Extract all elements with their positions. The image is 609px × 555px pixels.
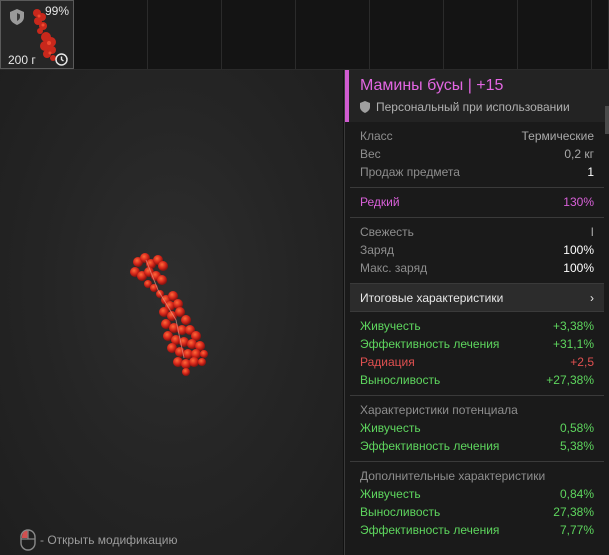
section-title: Дополнительные характеристики (360, 469, 546, 483)
charge-section: Свежесть I Заряд 100% Макс. заряд 100% (350, 218, 604, 284)
stat-value: 0,2 кг (564, 147, 594, 161)
slot-weight: 200 г (8, 53, 36, 67)
shield-icon (360, 101, 370, 113)
stat-value: 0,58% (559, 421, 594, 435)
stat-label: Выносливость (360, 373, 441, 387)
stat-label: Живучесть (360, 421, 421, 435)
potential-section: Характеристики потенциала Живучесть 0,58… (350, 396, 604, 462)
stat-row: Живучесть +3,38% (360, 317, 594, 335)
stat-row: Эффективность лечения +31,1% (360, 335, 594, 353)
stat-label: Радиация (360, 355, 415, 369)
inventory-slot-selected[interactable]: 99% 200 г (0, 0, 74, 69)
stat-row: Эффективность лечения 7,77% (360, 521, 594, 539)
stat-value: +27,38% (546, 373, 594, 387)
beads-item-art (130, 253, 208, 376)
condition-percent: 99% (44, 4, 69, 18)
item-preview: - Открыть модификацию (0, 70, 344, 555)
stat-label: Эффективность лечения (360, 337, 500, 351)
app-window: 99% 200 г - Открыть модификацию Мамины б… (0, 0, 609, 555)
stat-row: Живучесть 0,84% (360, 485, 594, 503)
stat-value: 0,84% (559, 487, 594, 501)
inventory-slot[interactable] (592, 0, 609, 69)
stat-value: 1 (587, 165, 594, 179)
stat-row: Заряд 100% (360, 241, 594, 259)
inventory-slot[interactable] (444, 0, 518, 69)
stat-row: Выносливость 27,38% (360, 503, 594, 521)
stat-label: Заряд (360, 243, 394, 257)
stat-label: Выносливость (360, 505, 441, 519)
final-stats-button[interactable]: Итоговые характеристики › (350, 284, 604, 312)
stat-label: Макс. заряд (360, 261, 428, 275)
binding-text: Персональный при использовании (376, 100, 570, 114)
scrollbar[interactable] (605, 106, 609, 134)
stat-label: Эффективность лечения (360, 523, 500, 537)
mouse-icon (20, 529, 36, 551)
stat-row: Свежесть I (360, 223, 594, 241)
inventory-slot[interactable] (296, 0, 370, 69)
open-modification-hint: - Открыть модификацию (20, 529, 178, 551)
stat-label: Живучесть (360, 487, 421, 501)
stat-label: Свежесть (360, 225, 414, 239)
stat-row: Выносливость +27,38% (360, 371, 594, 389)
hint-text: - Открыть модификацию (40, 533, 178, 547)
additional-section: Дополнительные характеристики Живучесть … (350, 462, 604, 545)
rarity-label: Редкий (360, 195, 400, 209)
item-tooltip-panel: Мамины бусы | +15 Персональный при испол… (344, 70, 609, 555)
inventory-slot[interactable] (518, 0, 592, 69)
stat-value: +2,5 (570, 355, 594, 369)
chevron-right-icon: › (590, 290, 594, 305)
stat-value: 100% (563, 261, 594, 275)
shield-icon (10, 9, 24, 25)
final-stats-label: Итоговые характеристики (360, 290, 504, 305)
rarity-row: Редкий 130% (360, 193, 594, 211)
final-stats-section: Живучесть +3,38% Эффективность лечения +… (350, 312, 604, 396)
item-header: Мамины бусы | +15 Персональный при испол… (345, 70, 609, 134)
stat-label: Эффективность лечения (360, 439, 500, 453)
stat-row: Радиация +2,5 (360, 353, 594, 371)
stat-value: Термические (521, 129, 594, 143)
stat-row: Макс. заряд 100% (360, 259, 594, 277)
clock-icon (55, 53, 68, 66)
stat-row: Продаж предмета 1 (360, 163, 594, 181)
stat-label: Живучесть (360, 319, 421, 333)
stat-value: 27,38% (553, 505, 594, 519)
stat-value: +3,38% (552, 319, 594, 333)
stat-value: 5,38% (559, 439, 594, 453)
basic-info-section: Класс Термические Вес 0,2 кг Продаж пред… (350, 122, 604, 188)
stat-value: I (590, 225, 594, 239)
item-title: Мамины бусы | +15 (360, 77, 504, 94)
inventory-slot[interactable] (74, 0, 148, 69)
section-title: Характеристики потенциала (360, 403, 518, 417)
stat-value: +31,1% (552, 337, 594, 351)
stat-value: 100% (563, 243, 594, 257)
inventory-slot[interactable] (222, 0, 296, 69)
stat-row: Живучесть 0,58% (360, 419, 594, 437)
inventory-slot[interactable] (148, 0, 222, 69)
stat-row: Вес 0,2 кг (360, 145, 594, 163)
binding-status: Персональный при использовании (360, 100, 609, 114)
stat-row: Эффективность лечения 5,38% (360, 437, 594, 455)
stat-label: Вес (360, 147, 381, 161)
stat-row: Класс Термические (360, 127, 594, 145)
rarity-section: Редкий 130% (350, 188, 604, 218)
stat-label: Продаж предмета (360, 165, 460, 179)
inventory-strip: 99% 200 г (0, 0, 609, 70)
inventory-slot[interactable] (370, 0, 444, 69)
stat-value: 7,77% (559, 523, 594, 537)
stat-label: Класс (360, 129, 393, 143)
rarity-value: 130% (563, 195, 594, 209)
